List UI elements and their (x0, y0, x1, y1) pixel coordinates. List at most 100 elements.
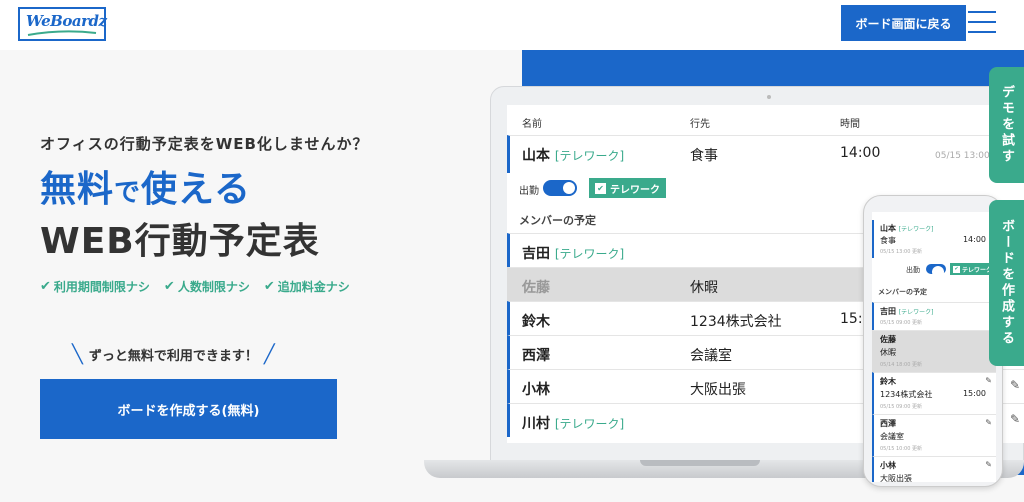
row-time: 15:00 (962, 389, 986, 398)
row-updated: 05/15 09:00 更新 (880, 320, 922, 326)
row-destination: 1234株式会社 (690, 314, 782, 330)
list-item[interactable]: 佐藤 休暇 05/14 18:00 更新 (872, 330, 996, 372)
free-note-text: ずっと無料で利用できます！ (88, 349, 258, 364)
row-tag: [テレワーク] (898, 309, 934, 316)
row-name: 西澤 (522, 348, 550, 364)
check-icon: ✔ (163, 279, 175, 294)
feature-label: 追加料金ナシ (277, 280, 350, 294)
header-time: 時間 (840, 119, 860, 130)
attendance-label: 出勤 (906, 266, 920, 274)
row-name: 小林 (522, 382, 550, 398)
row-name-text: 山本 (522, 148, 550, 164)
members-section-label: メンバーの予定 (878, 288, 927, 296)
hero-title-de: で (114, 178, 142, 208)
row-updated: 05/15 09:00 更新 (880, 404, 922, 410)
pencil-icon[interactable]: ✎ (1010, 412, 1020, 426)
pencil-icon[interactable]: ✎ (985, 460, 992, 469)
attendance-toggle[interactable] (543, 180, 577, 196)
row-name-text: 川村 (522, 416, 550, 432)
row-destination: 会議室 (690, 348, 732, 364)
row-name: 吉田 [テレワーク] (522, 243, 624, 263)
check-icon: ✔ (953, 265, 960, 273)
phone-mockup: 山本 [テレワーク] 食事 14:00 05/15 13:00 更新 出勤 ✔ … (863, 195, 1003, 487)
create-board-button[interactable]: ボードを作成する(無料) (40, 379, 337, 439)
row-tag: [テレワーク] (554, 247, 625, 261)
laptop-camera (767, 95, 771, 99)
row-name: 鈴木 (522, 314, 550, 330)
slash-decoration-icon: ╱ (263, 344, 275, 365)
row-updated: 05/15 13:00 更新 (880, 249, 922, 255)
row-name: 佐藤 (880, 335, 896, 344)
row-name: 鈴木 (880, 377, 896, 386)
row-name: 佐藤 (522, 280, 550, 296)
hero-title-line1: 無料で使える (40, 160, 251, 212)
row-destination: 会議室 (880, 432, 904, 441)
header-destination: 行先 (690, 119, 710, 130)
free-note: ╲ ずっと無料で利用できます！ ╱ (72, 344, 275, 365)
row-name: 川村 [テレワーク] (522, 413, 624, 433)
header: WeBoardz ボード画面に戻る (0, 0, 1024, 50)
pencil-icon[interactable]: ✎ (985, 418, 992, 427)
hero-title-usable: 使える (141, 169, 251, 210)
pencil-icon[interactable]: ✎ (1010, 378, 1020, 392)
create-board-tab[interactable]: ボードを作成する (989, 200, 1024, 366)
list-item[interactable]: 吉田 [テレワーク] 05/15 09:00 更新 (872, 302, 996, 330)
row-tag: [テレワーク] (554, 149, 625, 163)
back-to-board-button[interactable]: ボード画面に戻る (841, 5, 966, 41)
feature-list: ✔ 利用期間制限ナシ ✔ 人数制限ナシ ✔ 追加料金ナシ (40, 278, 350, 295)
attendance-label: 出勤 (519, 186, 539, 197)
row-name: 西澤 (880, 419, 896, 428)
try-demo-tab[interactable]: デモを試す (989, 67, 1024, 183)
list-item[interactable]: 西澤 ✎ 会議室 05/15 10:00 更新 (872, 414, 996, 456)
row-destination: 休暇 (880, 348, 896, 357)
hero-title-free: 無料 (40, 169, 115, 210)
row-name-text: 山本 (880, 224, 896, 233)
row-destination: 1234株式会社 (880, 390, 933, 399)
row-updated: 05/15 10:00 更新 (880, 446, 922, 452)
hero-title-line2: WEB行動予定表 (40, 221, 320, 262)
row-destination: 休暇 (690, 280, 718, 296)
laptop-notch (640, 460, 760, 466)
hamburger-menu-icon[interactable] (968, 11, 996, 35)
list-item[interactable]: 小林 ✎ 大阪出張 (872, 456, 996, 482)
row-time: 14:00 (840, 145, 881, 161)
row-destination: 食事 (880, 236, 896, 245)
phone-screen: 山本 [テレワーク] 食事 14:00 05/15 13:00 更新 出勤 ✔ … (872, 212, 996, 482)
list-item[interactable]: 鈴木 ✎ 1234株式会社 15:00 05/15 09:00 更新 (872, 372, 996, 414)
pencil-icon[interactable]: ✎ (985, 376, 992, 385)
weboardz-logo[interactable]: WeBoardz (18, 7, 107, 41)
row-tag: [テレワーク] (554, 417, 625, 431)
row-destination: 大阪出張 (690, 382, 746, 398)
row-name: 小林 (880, 461, 896, 470)
feature-label: 人数制限ナシ (177, 280, 250, 294)
telework-badge-label: テレワーク (610, 184, 660, 196)
row-name-text: 吉田 (880, 307, 896, 316)
row-name-text: 吉田 (522, 246, 550, 262)
table-header: 名前 行先 時間 (507, 105, 1024, 135)
backslash-decoration-icon: ╲ (72, 344, 83, 365)
logo-text: WeBoardz (26, 12, 107, 30)
check-icon: ✔ (40, 279, 51, 294)
row-time: 14:00 (962, 235, 986, 244)
row-tag: [テレワーク] (898, 226, 934, 233)
row-destination: 食事 (690, 148, 718, 164)
row-name: 山本 [テレワーク] (522, 145, 624, 165)
telework-badge-label: テレワーク (962, 266, 993, 274)
feature-item: ✔ 追加料金ナシ (264, 278, 350, 295)
telework-badge[interactable]: ✔ テレワーク (589, 178, 666, 198)
phone-self-row[interactable]: 山本 [テレワーク] 食事 14:00 05/15 13:00 更新 (872, 220, 996, 258)
row-name: 山本 [テレワーク] (880, 223, 933, 234)
check-icon: ✔ (263, 279, 275, 294)
attendance-toggle[interactable] (926, 264, 946, 278)
row-name: 吉田 [テレワーク] (880, 306, 933, 317)
check-icon: ✔ (595, 182, 606, 194)
self-row[interactable]: 山本 [テレワーク] 食事 14:00 05/15 13:00 更 (507, 135, 1024, 173)
row-destination: 大阪出張 (880, 474, 912, 482)
phone-status-bar: 出勤 ✔ テレワーク (872, 260, 996, 280)
header-name: 名前 (522, 119, 542, 130)
row-updated: 05/14 18:00 更新 (880, 362, 922, 368)
feature-item: ✔ 人数制限ナシ (164, 278, 250, 295)
members-section-label: メンバーの予定 (519, 214, 596, 227)
logo-swoosh-icon (27, 30, 97, 36)
feature-item: ✔ 利用期間制限ナシ (40, 278, 150, 295)
